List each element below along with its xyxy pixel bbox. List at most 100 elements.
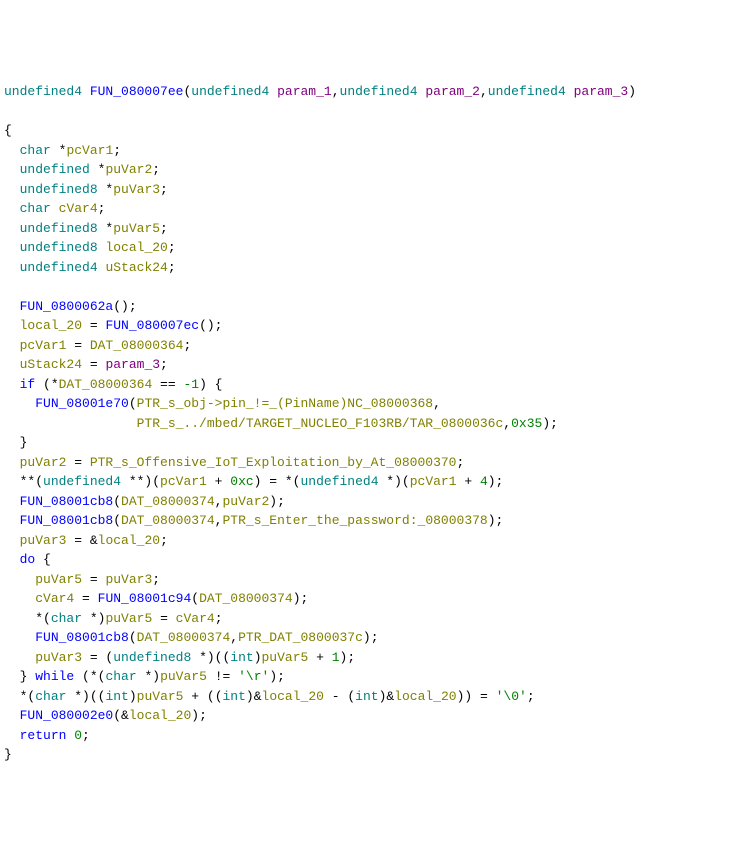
semi: ; [160, 182, 168, 197]
function-call: FUN_080002e0 [20, 708, 114, 723]
number: 4 [480, 474, 488, 489]
type-token: undefined4 [4, 84, 82, 99]
paren: ) [628, 84, 636, 99]
text: *( [35, 611, 51, 626]
identifier: DAT_08000374 [137, 630, 231, 645]
text: * [51, 143, 67, 158]
identifier: cVar4 [59, 201, 98, 216]
text [66, 728, 74, 743]
text: != [207, 669, 238, 684]
text: == [152, 377, 183, 392]
brace: { [4, 123, 12, 138]
text: * [98, 182, 114, 197]
text: = [66, 338, 89, 353]
text: (* [35, 377, 58, 392]
type-token: undefined4 [43, 474, 121, 489]
type-token: undefined [20, 162, 90, 177]
type-token: undefined8 [20, 240, 98, 255]
comma: , [480, 84, 488, 99]
semi: ; [215, 611, 223, 626]
text: ); [488, 513, 504, 528]
type-token: char [20, 143, 51, 158]
text: *) [137, 669, 160, 684]
identifier: PTR_s_../mbed/TARGET_NUCLEO_F103RB/TAR_0… [137, 416, 504, 431]
text: (); [199, 318, 222, 333]
semi: ; [457, 455, 465, 470]
text: ( [129, 630, 137, 645]
semi: ; [168, 260, 176, 275]
number: 0x35 [511, 416, 542, 431]
identifier: puVar2 [105, 162, 152, 177]
identifier: puVar2 [20, 455, 67, 470]
comma: , [503, 416, 511, 431]
identifier: local_20 [20, 318, 82, 333]
number: 0xc [230, 474, 253, 489]
text: ); [363, 630, 379, 645]
function-call: FUN_0800062a [20, 299, 114, 314]
semi: ; [160, 533, 168, 548]
identifier: local_20 [394, 689, 456, 704]
type-token: char [105, 669, 136, 684]
identifier: puVar5 [35, 572, 82, 587]
text: ); [269, 494, 285, 509]
text: ) = *( [254, 474, 301, 489]
text: ) [254, 650, 262, 665]
identifier: PTR_s_Enter_the_password:_08000378 [222, 513, 487, 528]
text: ); [269, 669, 285, 684]
text: ); [191, 708, 207, 723]
identifier: uStack24 [105, 260, 167, 275]
brace: } [4, 747, 12, 762]
semi: ; [152, 162, 160, 177]
text: + [457, 474, 480, 489]
text: ( [129, 396, 137, 411]
text: = [74, 591, 97, 606]
text: *) [82, 611, 105, 626]
type-token: undefined4 [300, 474, 378, 489]
text: ); [340, 650, 356, 665]
brace: { [35, 552, 51, 567]
code-block: undefined4 FUN_080007ee(undefined4 param… [4, 82, 729, 765]
text: = [82, 572, 105, 587]
function-call: FUN_08001cb8 [20, 513, 114, 528]
brace: } [20, 435, 28, 450]
identifier: local_20 [129, 708, 191, 723]
text: ( [191, 591, 199, 606]
text: + [308, 650, 331, 665]
function-call: FUN_08001e70 [35, 396, 129, 411]
text: )& [246, 689, 262, 704]
text: = [82, 357, 105, 372]
type-token: undefined8 [20, 221, 98, 236]
keyword: return [20, 728, 67, 743]
text: * [98, 221, 114, 236]
identifier: pcVar1 [20, 338, 67, 353]
identifier: cVar4 [176, 611, 215, 626]
keyword: if [20, 377, 36, 392]
type-token: undefined4 [20, 260, 98, 275]
identifier: DAT_08000374 [199, 591, 293, 606]
text: + (( [183, 689, 222, 704]
semi: ; [160, 357, 168, 372]
function-call: FUN_08001c94 [98, 591, 192, 606]
text: = ( [82, 650, 113, 665]
type-token: int [355, 689, 378, 704]
text: *)( [379, 474, 410, 489]
identifier: puVar3 [20, 533, 67, 548]
identifier: PTR_s_Offensive_IoT_Exploitation_by_At_0… [90, 455, 457, 470]
type-token: undefined8 [20, 182, 98, 197]
type-token: undefined8 [113, 650, 191, 665]
identifier: DAT_08000364 [90, 338, 184, 353]
text: )& [379, 689, 395, 704]
semi: ; [82, 728, 90, 743]
type-token: undefined4 [340, 84, 418, 99]
identifier: local_20 [262, 689, 324, 704]
comma: , [230, 630, 238, 645]
param-token: param_3 [574, 84, 629, 99]
identifier: puVar3 [113, 182, 160, 197]
type-token: undefined4 [488, 84, 566, 99]
type-token: char [20, 201, 51, 216]
text: ); [488, 474, 504, 489]
text: *( [20, 689, 36, 704]
semi: ; [152, 572, 160, 587]
comma: , [433, 396, 441, 411]
string-literal: '\0' [496, 689, 527, 704]
